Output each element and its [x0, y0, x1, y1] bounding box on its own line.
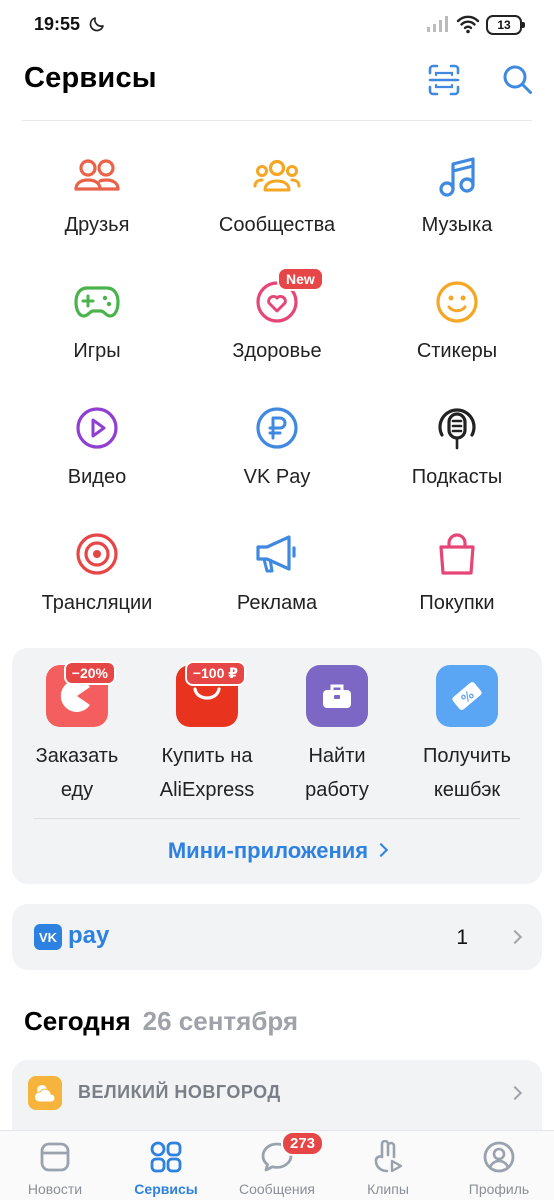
- service-label: Игры: [73, 340, 121, 362]
- tab-services[interactable]: Сервисы: [111, 1139, 221, 1197]
- mini-app-cashback[interactable]: % Получить кешбэк: [402, 665, 532, 807]
- video-icon: [71, 402, 123, 454]
- service-communities[interactable]: Сообщества: [188, 150, 366, 260]
- clips-icon: [370, 1139, 406, 1175]
- service-shopping[interactable]: Покупки: [368, 528, 546, 638]
- search-button[interactable]: [498, 60, 538, 100]
- service-stickers[interactable]: Стикеры: [368, 276, 546, 386]
- vk-logo-icon: VK: [34, 924, 62, 950]
- friends-icon: [71, 150, 123, 202]
- service-music[interactable]: Музыка: [368, 150, 546, 260]
- qr-scanner-button[interactable]: [424, 60, 464, 100]
- today-title: Сегодня: [24, 1006, 131, 1036]
- vk-pay-balance: 1: [456, 926, 468, 949]
- service-video[interactable]: Видео: [8, 402, 186, 512]
- news-icon: [37, 1139, 73, 1175]
- discount-badge: −20%: [63, 661, 116, 685]
- chevron-right-icon: [507, 1085, 523, 1101]
- service-label: Музыка: [421, 214, 493, 236]
- tab-label: Сервисы: [134, 1181, 198, 1197]
- service-label: Реклама: [236, 592, 318, 614]
- podcast-icon: [431, 402, 483, 454]
- mini-app-label: Купить на AliExpress: [159, 745, 255, 801]
- mini-app-aliexpress[interactable]: −100 ₽ Купить на AliExpress: [142, 661, 272, 807]
- status-bar: 19:55 13: [0, 0, 554, 52]
- today-heading: Сегодня 26 сентября: [24, 1006, 298, 1037]
- new-badge: New: [277, 267, 324, 291]
- tab-label: Профиль: [468, 1181, 530, 1197]
- chevron-right-icon: [507, 929, 523, 945]
- service-label: Видео: [67, 466, 127, 488]
- service-label: Сообщества: [218, 214, 336, 236]
- tab-news[interactable]: Новости: [0, 1139, 110, 1197]
- profile-icon: [481, 1139, 517, 1175]
- vk-pay-card[interactable]: VK pay 1: [12, 904, 542, 970]
- music-icon: [431, 150, 483, 202]
- mini-app-label: Получить кешбэк: [423, 745, 511, 801]
- weather-city: ВЕЛИКИЙ НОВГОРОД: [78, 1082, 281, 1102]
- chevron-right-icon: [374, 842, 389, 858]
- service-ads[interactable]: Реклама: [188, 528, 366, 638]
- service-label: Здоровье: [232, 340, 322, 362]
- messages-icon: 273: [259, 1131, 325, 1175]
- shopping-bag-icon: [431, 528, 483, 580]
- food-icon: −20%: [46, 661, 116, 727]
- today-date: 26 сентября: [142, 1006, 299, 1036]
- health-icon: New: [251, 267, 324, 328]
- mini-apps-link[interactable]: Мини-приложения: [12, 838, 542, 864]
- service-label: VK Pay: [243, 466, 311, 488]
- bottom-tab-bar: Новости Сервисы 273 Сообщения Клипы Проф…: [0, 1130, 554, 1200]
- target-icon: [71, 528, 123, 580]
- mini-apps-card: −20% Заказать еду −100 ₽ Купить на AliExpr…: [12, 648, 542, 884]
- briefcase-icon: [306, 665, 368, 727]
- smile-icon: [431, 276, 483, 328]
- header: Сервисы: [0, 52, 554, 120]
- moon-icon: [89, 17, 104, 32]
- unread-badge: 273: [281, 1131, 325, 1156]
- service-podcasts[interactable]: Подкасты: [368, 402, 546, 512]
- gamepad-icon: [71, 276, 123, 328]
- status-time: 19:55: [34, 14, 81, 34]
- cashback-icon: %: [436, 665, 498, 727]
- search-icon: [503, 65, 532, 94]
- service-health[interactable]: New Здоровье: [188, 267, 366, 386]
- tab-label: Новости: [27, 1181, 83, 1197]
- tab-label: Сообщения: [239, 1181, 315, 1197]
- service-label: Покупки: [419, 592, 495, 614]
- vk-pay-wordmark: pay: [68, 922, 110, 949]
- tab-label: Клипы: [367, 1181, 409, 1197]
- ruble-icon: [251, 402, 303, 454]
- scan-icon: [428, 64, 460, 96]
- aliexpress-icon: −100 ₽: [176, 661, 246, 727]
- signal-icon: [427, 16, 448, 32]
- mini-app-label: Найти работу: [305, 745, 369, 801]
- service-label: Стикеры: [416, 340, 498, 362]
- discount-badge: −100 ₽: [184, 661, 246, 686]
- service-games[interactable]: Игры: [8, 276, 186, 386]
- header-divider: [22, 120, 532, 121]
- battery-indicator: 13: [486, 15, 525, 35]
- weather-card[interactable]: ВЕЛИКИЙ НОВГОРОД: [12, 1060, 542, 1140]
- mini-app-find-job[interactable]: Найти работу: [272, 665, 402, 807]
- service-broadcasts[interactable]: Трансляции: [8, 528, 186, 638]
- service-vk-pay[interactable]: VK Pay: [188, 402, 366, 512]
- tab-clips[interactable]: Клипы: [333, 1139, 443, 1197]
- weather-icon: [28, 1076, 62, 1110]
- mini-app-order-food[interactable]: −20% Заказать еду: [12, 661, 142, 807]
- mini-app-label: Заказать еду: [35, 745, 119, 801]
- service-friends[interactable]: Друзья: [8, 150, 186, 260]
- service-label: Трансляции: [41, 592, 153, 614]
- tab-profile[interactable]: Профиль: [444, 1139, 554, 1197]
- wifi-icon: [456, 15, 480, 34]
- services-icon: [148, 1139, 184, 1175]
- page-title: Сервисы: [24, 62, 157, 94]
- communities-icon: [251, 150, 303, 202]
- mini-apps-divider: [34, 818, 520, 819]
- service-label: Подкасты: [411, 466, 503, 488]
- megaphone-icon: [251, 528, 303, 580]
- service-label: Друзья: [64, 214, 130, 236]
- tab-messages[interactable]: 273 Сообщения: [222, 1131, 332, 1197]
